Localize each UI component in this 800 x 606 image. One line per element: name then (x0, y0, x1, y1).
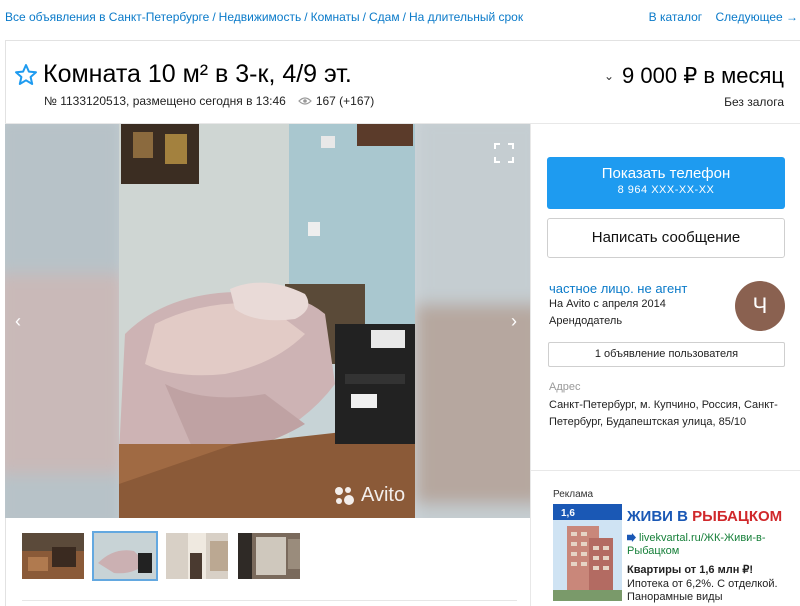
breadcrumb-item-realty[interactable]: Недвижимость (219, 10, 302, 24)
thumbnail-active[interactable] (92, 531, 158, 581)
ad-label: Реклама (553, 489, 594, 500)
ad-headline-part1: ЖИВИ В (627, 508, 688, 525)
main-photo (5, 124, 530, 518)
thumbnail[interactable] (22, 533, 84, 579)
photo-gallery[interactable]: ‹ › Avito (5, 124, 530, 518)
ad-badge: 1,6 (561, 508, 575, 519)
eye-icon (297, 97, 312, 105)
ad-headline[interactable]: ЖИВИ В РЫБАЦКОМ (627, 508, 782, 525)
breadcrumb-separator: / (402, 10, 406, 24)
ad-divider (530, 470, 800, 471)
sidebar-divider (530, 124, 531, 606)
avito-logo-icon (335, 486, 354, 505)
price: 9 000 ₽ в месяц (622, 63, 784, 88)
breadcrumb-item-all[interactable]: Все объявления в Санкт-Петербурге (5, 10, 209, 24)
show-phone-label: Показать телефон (601, 165, 731, 182)
breadcrumb-item-rooms[interactable]: Комнаты (311, 10, 360, 24)
seller-name-link[interactable]: частное лицо. не агент (549, 281, 687, 296)
catalog-link[interactable]: В каталог (649, 10, 702, 24)
listing-number-date: № 1133120513, размещено сегодня в 13:46 (44, 94, 286, 108)
address-label: Адрес (549, 381, 581, 393)
thumbnail-divider (22, 600, 517, 601)
ad-description: Квартиры от 1,6 млн ₽! Ипотека от 6,2%. … (627, 564, 797, 605)
views-count: 167 (+167) (315, 94, 375, 108)
ad-line2: Ипотека от 6,2%. С отделкой. Панорамные … (627, 577, 778, 604)
chevron-down-icon[interactable]: ⌄ (604, 69, 614, 83)
watermark-text: Avito (361, 484, 406, 506)
show-phone-button[interactable]: Показать телефон 8 964 XXX-XX-XX (547, 157, 785, 209)
breadcrumb-item-long-term[interactable]: На длительный срок (409, 10, 523, 24)
top-bar: Все объявления в Санкт-Петербурге / Недвиж… (0, 0, 800, 34)
price-row: ⌄ 9 000 ₽ в месяц (604, 63, 784, 89)
ad-line1: Квартиры от 1,6 млн ₽! (627, 564, 754, 576)
avito-watermark: Avito (333, 484, 405, 507)
deposit-info: Без залога (724, 95, 784, 109)
ad-link[interactable]: livekvartal.ru/ЖК-Живи-в-Рыбацком (627, 532, 792, 558)
thumbnail-strip (22, 531, 310, 581)
chevron-left-icon[interactable]: ‹ (15, 311, 21, 332)
listing-title: Комната 10 м² в 3-к, 4/9 эт. (43, 60, 352, 88)
top-nav: В каталог Следующее → (639, 10, 798, 24)
breadcrumb-item-rent[interactable]: Сдам (369, 10, 400, 24)
ad-headline-part2: РЫБАЦКОМ (692, 508, 783, 525)
breadcrumb: Все объявления в Санкт-Петербурге / Недвиж… (5, 10, 523, 24)
title-row: Комната 10 м² в 3-к, 4/9 эт. (14, 60, 352, 89)
arrow-right-icon (627, 533, 636, 542)
chevron-right-icon[interactable]: › (511, 311, 517, 332)
expand-icon[interactable] (493, 142, 515, 164)
listing-meta: № 1133120513, размещено сегодня в 13:46 … (44, 94, 374, 108)
ad-link-text: livekvartal.ru/ЖК-Живи-в-Рыбацком (627, 532, 766, 557)
ad-image[interactable]: 1,6 (553, 504, 622, 601)
avatar[interactable]: Ч (735, 281, 785, 331)
breadcrumb-separator: / (362, 10, 366, 24)
thumbnail[interactable] (166, 533, 228, 579)
breadcrumb-separator: / (304, 10, 308, 24)
next-listing-link[interactable]: Следующее → (716, 10, 799, 24)
thumbnail[interactable] (238, 533, 300, 579)
star-outline-icon[interactable] (14, 63, 38, 87)
seller-role: Арендодатель (549, 315, 623, 327)
breadcrumb-separator: / (212, 10, 216, 24)
write-message-button[interactable]: Написать сообщение (547, 218, 785, 258)
seller-since: На Avito с апреля 2014 (549, 298, 666, 310)
user-ads-button[interactable]: 1 объявление пользователя (548, 342, 785, 367)
address-value: Санкт-Петербург, м. Купчино, Россия, Сан… (549, 399, 778, 428)
masked-phone: 8 964 XXX-XX-XX (617, 184, 715, 196)
